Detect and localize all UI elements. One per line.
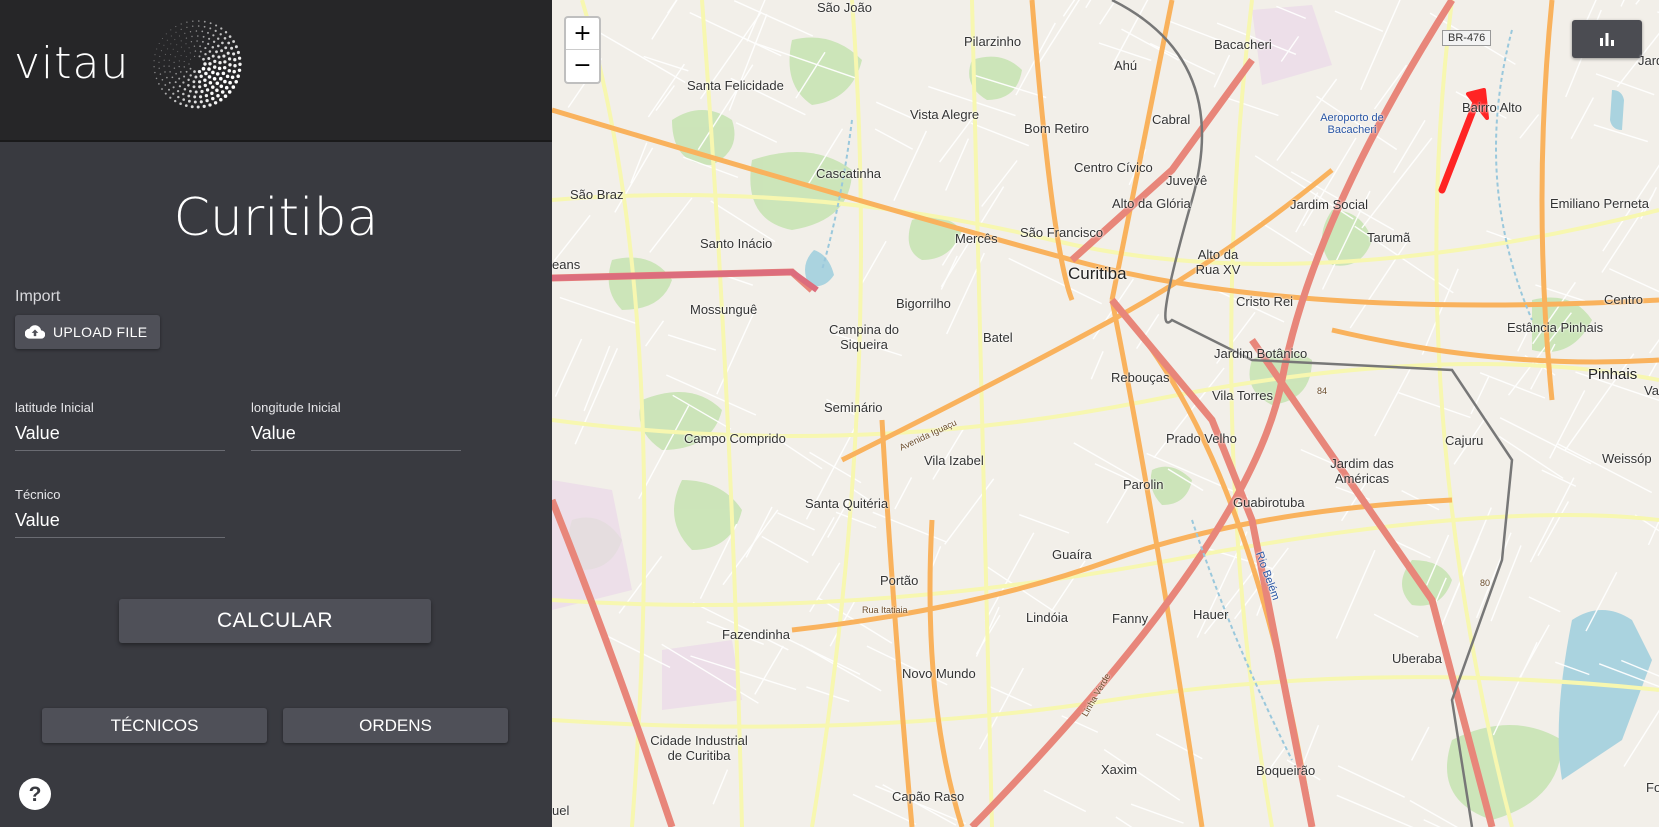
map-label: Rua Itatiaia xyxy=(862,605,908,615)
map-label: Guabirotuba xyxy=(1233,495,1305,510)
map-label: Bairro Alto xyxy=(1462,100,1522,115)
map-label: Ahú xyxy=(1114,58,1138,73)
map-label: São João xyxy=(817,0,872,15)
map-label: Centro Cívico xyxy=(1074,160,1153,175)
longitude-field[interactable]: longitude Inicial Value xyxy=(251,400,461,451)
map-label: 80 xyxy=(1480,578,1491,588)
map-label: Jard xyxy=(1638,53,1659,68)
map-label: Santa Quitéria xyxy=(805,496,889,511)
map-label: Jardim Social xyxy=(1290,197,1369,212)
svg-text:?: ? xyxy=(29,783,42,806)
map-label: Cristo Rei xyxy=(1236,294,1294,309)
map-label: Fanny xyxy=(1112,611,1149,626)
map-label: Tarumã xyxy=(1367,230,1411,245)
map-label: Vila Izabel xyxy=(924,453,984,468)
map-label: Guaíra xyxy=(1052,547,1092,562)
map-label: Emiliano Perneta xyxy=(1550,196,1649,211)
tecnicos-button[interactable]: TÉCNICOS xyxy=(42,708,267,743)
map-label: Aeroporto de Bacacheri xyxy=(1320,112,1384,136)
map-label: Cajuru xyxy=(1445,433,1484,448)
map-label: Va xyxy=(1644,383,1659,398)
latitude-field[interactable]: latitude Inicial Value xyxy=(15,400,225,451)
map-label: Pilarzinho xyxy=(964,34,1022,49)
latitude-input[interactable]: Value xyxy=(15,423,225,451)
zoom-out-button[interactable]: − xyxy=(566,50,599,81)
sidebar: vitau Curitiba Import UPLOAD FILE latitu… xyxy=(0,0,552,827)
map-label: eans xyxy=(552,257,581,272)
import-label: Import xyxy=(15,288,61,305)
tecnico-input[interactable]: Value xyxy=(15,510,225,538)
map-label: Mercês xyxy=(955,231,998,246)
map-label: Portão xyxy=(880,573,919,588)
logo-dots-icon xyxy=(153,20,242,109)
map-label: Hauer xyxy=(1193,607,1229,622)
upload-file-label: UPLOAD FILE xyxy=(53,324,148,340)
map-label: Santa Felicidade xyxy=(687,78,784,93)
map-label: Alto da Rua XV xyxy=(1195,247,1241,277)
chart-toggle-button[interactable] xyxy=(1572,20,1642,58)
map-label: Mossunguê xyxy=(690,302,758,317)
bar-chart-icon xyxy=(1600,33,1614,46)
map-tiles[interactable] xyxy=(552,0,1659,827)
map-label: Fo xyxy=(1646,780,1659,795)
map-label: São Francisco xyxy=(1020,225,1104,240)
map-label: Capão Raso xyxy=(892,789,965,804)
map-label: Campo Comprido xyxy=(684,431,786,446)
map-label: Cabral xyxy=(1152,112,1191,127)
latitude-label: latitude Inicial xyxy=(15,400,94,415)
ordens-button[interactable]: ORDENS xyxy=(283,708,508,743)
help-icon[interactable]: ? xyxy=(18,777,52,811)
map-label: Santo Inácio xyxy=(700,236,773,251)
map-label: Uberaba xyxy=(1392,651,1442,666)
map-label: Prado Velho xyxy=(1166,431,1237,446)
zoom-in-button[interactable]: + xyxy=(566,18,599,50)
map-label: Pinhais xyxy=(1588,366,1638,383)
logo-text: vitau xyxy=(14,38,130,89)
longitude-input[interactable]: Value xyxy=(251,423,461,451)
zoom-control: + − xyxy=(564,16,601,84)
sidebar-header: vitau xyxy=(0,0,552,142)
map-label: Bigorrilho xyxy=(896,296,951,311)
map-label: Bacacheri xyxy=(1214,37,1272,52)
map-label: São Braz xyxy=(570,187,624,202)
map-label: Vila Torres xyxy=(1212,388,1273,403)
map-label: Bom Retiro xyxy=(1024,121,1090,136)
highway-shield: BR-476 xyxy=(1442,30,1492,46)
map-label: Jardim Botânico xyxy=(1214,346,1308,361)
map-label: Novo Mundo xyxy=(902,666,976,681)
map-label: Boqueirão xyxy=(1256,763,1316,778)
map-label: Alto da Glória xyxy=(1112,196,1191,211)
map-label: Batel xyxy=(983,330,1013,345)
map-label: 84 xyxy=(1317,386,1328,396)
map-label: Xaxim xyxy=(1101,762,1138,777)
map-label: Estância Pinhais xyxy=(1507,320,1604,335)
map-label: uel xyxy=(552,803,570,818)
map-label: Rebouças xyxy=(1111,370,1170,385)
map-label: Vista Alegre xyxy=(910,107,980,122)
map-label: Jardim das Américas xyxy=(1330,456,1394,486)
map-label: Lindóia xyxy=(1026,610,1068,625)
map-label: Cascatinha xyxy=(816,166,882,181)
map-label: Curitiba xyxy=(1068,264,1127,283)
cloud-upload-icon xyxy=(25,324,45,340)
map[interactable]: + − São João Bacacheri Pilarzinho Ahú Sa… xyxy=(552,0,1659,827)
map-label: Seminário xyxy=(824,400,883,415)
map-label: Centro xyxy=(1604,292,1644,307)
page-title: Curitiba xyxy=(173,188,379,248)
map-label: Fazendinha xyxy=(722,627,790,642)
calcular-button[interactable]: CALCULAR xyxy=(119,599,431,643)
map-label: Cidade Industrial de Curitiba xyxy=(650,733,748,763)
tecnico-label: Técnico xyxy=(15,487,61,502)
map-label: Campina do Siqueira xyxy=(828,322,900,352)
upload-file-button[interactable]: UPLOAD FILE xyxy=(15,315,160,349)
longitude-label: longitude Inicial xyxy=(251,400,341,415)
map-label: Parolin xyxy=(1123,477,1164,492)
map-label: Juvevê xyxy=(1166,173,1208,188)
map-label: Weissóp xyxy=(1602,451,1652,466)
tecnico-field[interactable]: Técnico Value xyxy=(15,487,225,538)
